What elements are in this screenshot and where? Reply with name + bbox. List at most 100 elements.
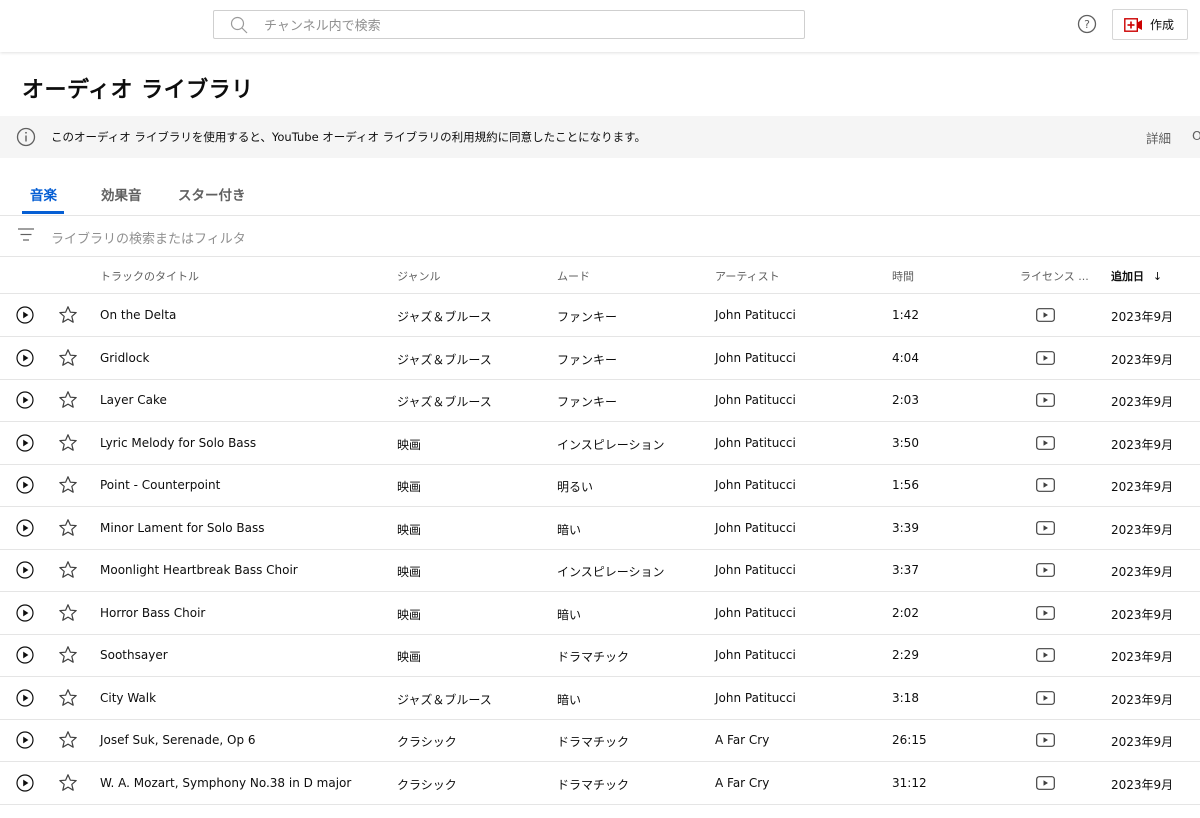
- track-row[interactable]: Point - Counterpoint 映画 明るい John Patitucci 1…: [0, 464, 1200, 507]
- star-icon[interactable]: [58, 475, 78, 495]
- track-added-date: 2023年9月: [1111, 437, 1174, 452]
- column-header-genre[interactable]: ジャンル: [397, 268, 440, 284]
- track-genre: 映画: [397, 607, 422, 622]
- tab-sound-effects[interactable]: 効果音: [101, 184, 142, 204]
- track-title: Gridlock: [100, 350, 150, 365]
- track-row[interactable]: City Walk ジャズ＆ブルース 暗い John Patitucci 3:18 202…: [0, 677, 1200, 720]
- play-icon[interactable]: [16, 518, 34, 537]
- track-row[interactable]: Minor Lament for Solo Bass 映画 暗い John Patit…: [0, 507, 1200, 550]
- column-header-duration[interactable]: 時間: [892, 268, 914, 284]
- track-added-date: 2023年9月: [1111, 565, 1174, 579]
- track-artist: John Patitucci: [715, 308, 796, 322]
- track-mood: 明るい: [557, 480, 594, 494]
- learn-more-link[interactable]: 詳細: [1146, 128, 1171, 147]
- play-icon[interactable]: [16, 391, 34, 409]
- play-icon[interactable]: [16, 688, 34, 707]
- sort-down-icon: ↓: [1152, 270, 1163, 283]
- column-header-mood[interactable]: ムード: [557, 268, 590, 284]
- play-icon[interactable]: [16, 646, 34, 664]
- track-row[interactable]: Lyric Melody for Solo Bass 映画 インスピレーション Joh…: [0, 422, 1200, 465]
- track-row[interactable]: W. A. Mozart, Symphony No.38 in D major ク…: [0, 762, 1200, 805]
- help-icon[interactable]: ?: [1077, 14, 1097, 34]
- filter-icon[interactable]: [17, 227, 35, 243]
- youtube-license-icon[interactable]: [1036, 733, 1055, 747]
- play-icon[interactable]: [16, 603, 34, 622]
- play-icon[interactable]: [16, 731, 34, 749]
- track-artist: John Patitucci: [715, 350, 796, 365]
- track-row[interactable]: Gridlock ジャズ＆ブルース ファンキー John Patitucci 4:04 2…: [0, 337, 1200, 380]
- youtube-license-icon[interactable]: [1036, 775, 1055, 790]
- track-mood: インスピレーション: [557, 565, 665, 579]
- track-added-date: 2023年9月: [1111, 607, 1174, 622]
- star-icon[interactable]: [58, 348, 78, 368]
- track-mood: ドラマチック: [557, 735, 630, 749]
- youtube-license-icon[interactable]: [1036, 605, 1055, 620]
- play-icon[interactable]: [16, 348, 34, 367]
- track-row[interactable]: Layer Cake ジャズ＆ブルース ファンキー John Patitucci 2:0…: [0, 379, 1200, 422]
- track-added-date: 2023年9月: [1111, 522, 1174, 537]
- star-icon[interactable]: [58, 773, 78, 793]
- tab-starred[interactable]: スター付き: [178, 184, 246, 204]
- youtube-license-icon[interactable]: [1036, 393, 1055, 407]
- track-genre: クラシック: [397, 777, 457, 792]
- youtube-license-icon[interactable]: [1036, 520, 1055, 535]
- youtube-license-icon[interactable]: [1036, 308, 1055, 322]
- track-added-date: 2023年9月: [1111, 650, 1174, 664]
- play-icon[interactable]: [16, 476, 34, 494]
- channel-search-box[interactable]: [213, 10, 805, 39]
- column-header-added[interactable]: 追加日 ↓: [1111, 268, 1162, 284]
- track-genre: 映画: [397, 480, 422, 494]
- star-icon[interactable]: [58, 645, 78, 665]
- youtube-license-icon[interactable]: [1036, 690, 1055, 705]
- track-row[interactable]: Moonlight Heartbreak Bass Choir 映画 インスピレーシ…: [0, 549, 1200, 592]
- terms-notice-text: このオーディオ ライブラリを使用すると、YouTube オーディオ ライブラリの…: [51, 130, 647, 144]
- track-row[interactable]: Soothsayer 映画 ドラマチック John Patitucci 2:29 2023…: [0, 634, 1200, 677]
- tab-music[interactable]: 音楽: [30, 184, 57, 204]
- star-icon[interactable]: [58, 390, 78, 410]
- track-row[interactable]: On the Delta ジャズ＆ブルース ファンキー John Patitucci 1…: [0, 294, 1200, 337]
- track-mood: ファンキー: [557, 395, 618, 409]
- dismiss-button[interactable]: O: [1192, 128, 1200, 143]
- track-genre: ジャズ＆ブルース: [397, 352, 492, 367]
- column-header-title[interactable]: トラックのタイトル: [100, 268, 199, 284]
- star-icon[interactable]: [58, 688, 78, 708]
- track-duration: 1:42: [892, 308, 919, 322]
- track-added-date: 2023年9月: [1111, 310, 1174, 324]
- track-row[interactable]: Josef Suk, Serenade, Op 6 クラシック ドラマチック A Fa…: [0, 719, 1200, 762]
- star-icon[interactable]: [58, 518, 78, 538]
- track-added-date: 2023年9月: [1111, 735, 1174, 749]
- library-filter-bar[interactable]: ライブラリの検索またはフィルタ: [0, 216, 1200, 257]
- column-header-artist[interactable]: アーティスト: [715, 268, 780, 284]
- track-table-header: トラックのタイトル ジャンル ムード アーティスト 時間 ライセンス ... 追…: [0, 257, 1200, 294]
- play-icon[interactable]: [16, 306, 34, 324]
- star-icon[interactable]: [58, 433, 78, 453]
- column-header-license[interactable]: ライセンス ...: [1020, 268, 1089, 284]
- track-row[interactable]: Horror Bass Choir 映画 暗い John Patitucci 2:02 2…: [0, 592, 1200, 635]
- filter-input[interactable]: ライブラリの検索またはフィルタ: [51, 228, 246, 247]
- track-artist: John Patitucci: [715, 478, 796, 492]
- track-artist: John Patitucci: [715, 520, 796, 535]
- youtube-license-icon[interactable]: [1036, 563, 1055, 577]
- track-genre: ジャズ＆ブルース: [397, 395, 492, 409]
- track-genre: 映画: [397, 522, 422, 537]
- create-video-icon: [1124, 17, 1142, 32]
- youtube-license-icon[interactable]: [1036, 350, 1055, 365]
- star-icon[interactable]: [58, 603, 78, 623]
- track-title: On the Delta: [100, 308, 177, 322]
- star-icon[interactable]: [58, 560, 78, 580]
- youtube-license-icon[interactable]: [1036, 478, 1055, 492]
- track-artist: John Patitucci: [715, 648, 796, 662]
- track-title: Minor Lament for Solo Bass: [100, 520, 265, 535]
- youtube-license-icon[interactable]: [1036, 435, 1055, 450]
- track-title: Josef Suk, Serenade, Op 6: [100, 733, 256, 747]
- play-icon[interactable]: [16, 773, 34, 792]
- track-title: Point - Counterpoint: [100, 478, 221, 492]
- top-header: ? 作成: [0, 0, 1200, 52]
- create-button[interactable]: 作成: [1112, 9, 1188, 40]
- play-icon[interactable]: [16, 561, 34, 579]
- star-icon[interactable]: [58, 730, 78, 750]
- youtube-license-icon[interactable]: [1036, 648, 1055, 662]
- star-icon[interactable]: [58, 305, 78, 325]
- play-icon[interactable]: [16, 433, 34, 452]
- channel-search-input[interactable]: [262, 14, 786, 38]
